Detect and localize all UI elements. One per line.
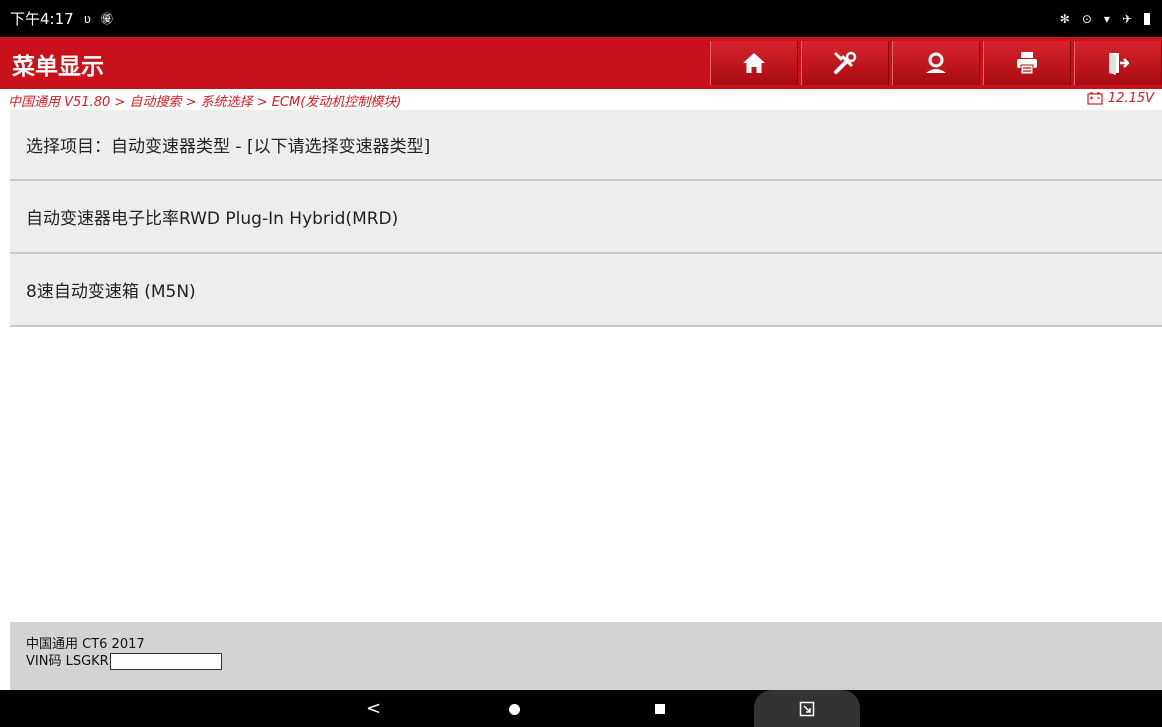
navigation-bar: < (0, 690, 1162, 727)
battery-voltage: 12.15V (1087, 91, 1154, 106)
menu-list: 选择项目：自动变速器类型 - [以下请选择变速器类型] 自动变速器电子比率RWD… (10, 110, 1162, 327)
screen: 下午4:17 ʋ ㊝ ✻ ⊙ ▾ ✈ 菜单显示 中国通用 V51.80 > 自动… (0, 0, 1162, 727)
wechat-icon: ㊝ (100, 12, 113, 26)
screen-capture-button[interactable] (754, 690, 860, 727)
page-title: 菜单显示 (12, 54, 104, 80)
list-item[interactable]: 自动变速器电子比率RWD Plug-In Hybrid(MRD) (10, 181, 1162, 254)
breadcrumb: 中国通用 V51.80 > 自动搜索 > 系统选择 > ECM(发动机控制模块) (8, 95, 402, 110)
home-button[interactable] (710, 41, 798, 85)
remote-help-icon (926, 52, 946, 73)
status-time: 下午4:17 (10, 10, 74, 28)
app-header: 菜单显示 (0, 37, 1162, 89)
recent-apps-icon[interactable] (655, 704, 665, 714)
airplane-icon: ✈ (1121, 11, 1132, 26)
toolbar (707, 41, 1162, 85)
exit-icon (1109, 53, 1129, 75)
vehicle-model: 中国通用 CT6 2017 (26, 637, 145, 652)
back-icon[interactable]: < (366, 698, 381, 719)
breadcrumb-bar: 中国通用 V51.80 > 自动搜索 > 系统选择 > ECM(发动机控制模块)… (0, 89, 1162, 110)
remote-help-button[interactable] (892, 41, 980, 85)
bluetooth-icon: ✻ (1059, 11, 1070, 26)
vin-label: VIN码 LSGKR (26, 654, 109, 669)
diagnose-button[interactable] (801, 41, 889, 85)
exit-button[interactable] (1074, 41, 1162, 85)
battery-icon (1144, 12, 1150, 25)
status-bar: 下午4:17 ʋ ㊝ ✻ ⊙ ▾ ✈ (0, 0, 1162, 37)
list-item[interactable]: 8速自动变速箱 (M5N) (10, 254, 1162, 327)
car-battery-icon (1087, 92, 1103, 105)
location-icon: ⊙ (1081, 11, 1092, 26)
home-circle-icon[interactable] (509, 704, 520, 715)
screen-capture-icon (799, 701, 815, 716)
diagnose-icon (834, 51, 857, 74)
print-icon (1017, 52, 1037, 75)
home-icon (743, 53, 765, 73)
menu-heading: 选择项目：自动变速器类型 - [以下请选择变速器类型] (10, 110, 1162, 181)
voltage-value: 12.15V (1107, 91, 1154, 106)
vehicle-info: 中国通用 CT6 2017 VIN码 LSGKR (10, 622, 1162, 690)
wifi-icon: ▾ (1103, 11, 1110, 26)
vibrate-icon: ʋ (83, 11, 91, 26)
print-button[interactable] (983, 41, 1071, 85)
vin-mask (109, 653, 222, 670)
